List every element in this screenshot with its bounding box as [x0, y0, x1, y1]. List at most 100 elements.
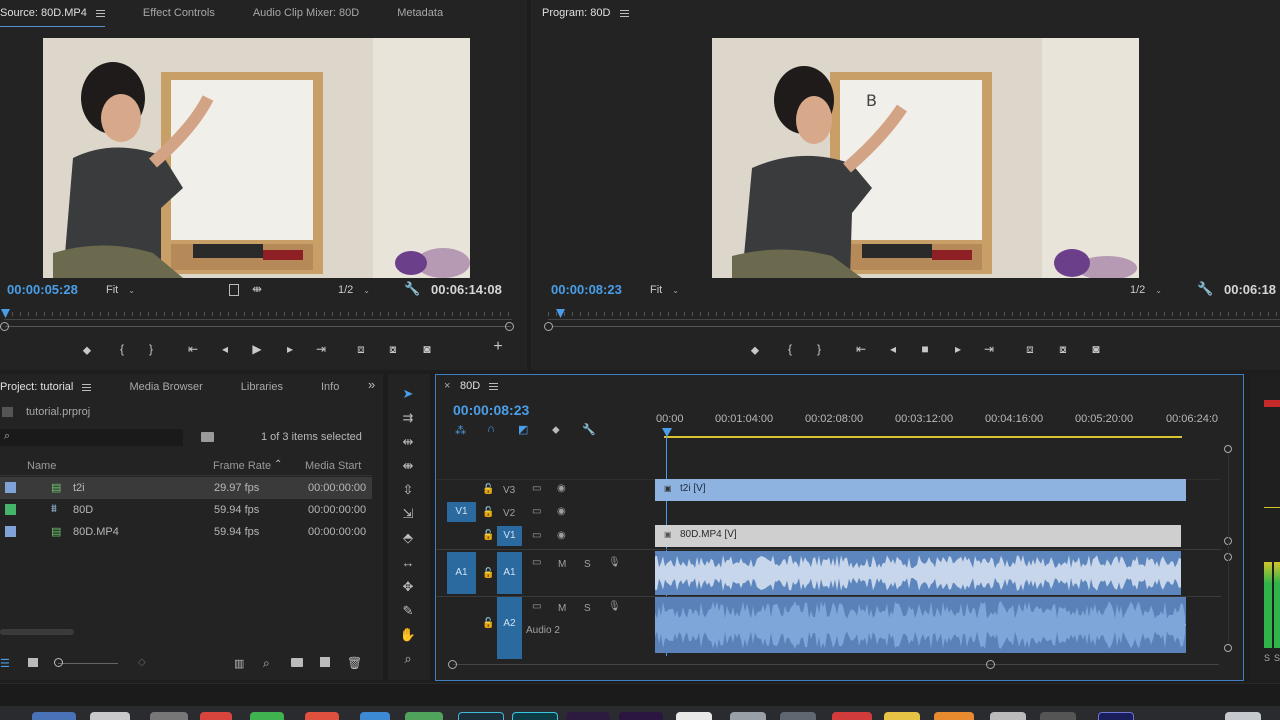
- close-sequence-icon[interactable]: ×: [444, 380, 450, 392]
- finder-icon[interactable]: [32, 712, 76, 720]
- timeline-playhead-timecode[interactable]: 00:00:08:23: [453, 402, 529, 418]
- overwrite-icon[interactable]: ⧇: [385, 343, 401, 355]
- app-icon[interactable]: [990, 712, 1026, 720]
- app-icon[interactable]: [934, 712, 974, 720]
- drop-frame-icon[interactable]: [229, 284, 239, 296]
- clip-audio-a1[interactable]: [655, 551, 1181, 595]
- mark-out-icon[interactable]: }: [811, 343, 827, 355]
- trash-icon[interactable]: 🗑: [347, 656, 362, 670]
- sync-lock-icon[interactable]: ▭: [532, 557, 541, 568]
- go-to-in-icon[interactable]: ⇤: [185, 343, 201, 355]
- app-icon[interactable]: [676, 712, 712, 720]
- column-name[interactable]: Name: [27, 460, 56, 472]
- timeline-hscroll-handle-right[interactable]: [986, 660, 995, 669]
- program-scroll-track[interactable]: [553, 326, 1280, 327]
- insert-overwrite-icon[interactable]: ⇼: [252, 282, 262, 296]
- app-icon[interactable]: [200, 712, 232, 720]
- go-to-out-icon[interactable]: ⇥: [313, 343, 329, 355]
- app-icon[interactable]: [360, 712, 390, 720]
- step-back-icon[interactable]: ◂: [217, 343, 233, 355]
- go-to-in-icon[interactable]: ⇤: [853, 343, 869, 355]
- eye-icon[interactable]: ◉: [557, 483, 566, 494]
- sync-lock-icon[interactable]: ▭: [532, 483, 541, 494]
- clip-t2i[interactable]: ▣ t2i [V]: [655, 479, 1186, 501]
- tab-program[interactable]: Program: 80D: [531, 7, 648, 19]
- list-item[interactable]: ⩩ 80D 59.94 fps 00:00:00:00: [0, 499, 372, 521]
- source-scroll-handle-left[interactable]: [0, 322, 9, 331]
- selection-tool-icon[interactable]: ➤: [398, 386, 418, 402]
- sort-icons-icon[interactable]: ◇: [138, 657, 146, 668]
- app-icon[interactable]: [90, 712, 130, 720]
- solo-button[interactable]: S: [584, 603, 591, 614]
- app-icon[interactable]: [405, 712, 443, 720]
- razor-tool-icon[interactable]: ⇲: [398, 506, 418, 522]
- source-patch-a1[interactable]: A1: [447, 552, 476, 594]
- app-icon[interactable]: [1040, 712, 1076, 720]
- rolling-edit-tool-icon[interactable]: ⇼: [398, 458, 418, 474]
- panel-menu-icon[interactable]: [82, 382, 92, 393]
- panel-menu-icon[interactable]: [619, 8, 629, 19]
- ripple-edit-tool-icon[interactable]: ⇹: [398, 434, 418, 450]
- insert-icon[interactable]: ⧈: [353, 343, 369, 355]
- track-target-a2[interactable]: A2: [497, 597, 522, 659]
- clip-audio-a2[interactable]: [655, 597, 1186, 653]
- go-to-out-icon[interactable]: ⇥: [981, 343, 997, 355]
- new-bin-from-search-icon[interactable]: [201, 432, 214, 442]
- program-fit-dropdown[interactable]: Fit ⌄: [650, 284, 679, 296]
- slip-tool-icon[interactable]: ⬘: [398, 530, 418, 546]
- sync-lock-icon[interactable]: ▭: [532, 506, 541, 517]
- new-item-icon[interactable]: [320, 657, 330, 667]
- app-icon[interactable]: [730, 712, 766, 720]
- tab-libraries[interactable]: Libraries: [222, 381, 302, 393]
- program-resolution-dropdown[interactable]: 1/2 ⌄: [1130, 284, 1162, 296]
- column-media-start[interactable]: Media Start: [305, 460, 361, 472]
- trash-dock-icon[interactable]: [1225, 712, 1261, 720]
- extract-icon[interactable]: ⧇: [1055, 343, 1071, 355]
- hand-tool-icon[interactable]: ✎: [398, 603, 418, 619]
- lock-icon[interactable]: 🔓: [482, 507, 494, 518]
- app-icon[interactable]: [566, 712, 610, 720]
- source-fit-dropdown[interactable]: Fit ⌄: [106, 284, 135, 296]
- step-back-icon[interactable]: ◂: [885, 343, 901, 355]
- tab-metadata[interactable]: Metadata: [378, 7, 462, 19]
- program-scroll-handle-left[interactable]: [544, 322, 553, 331]
- list-item[interactable]: ▤ t2i 29.97 fps 00:00:00:00: [0, 477, 372, 499]
- app-icon[interactable]: [832, 712, 872, 720]
- vertical-zoom-handle[interactable]: [1224, 644, 1232, 652]
- export-frame-icon[interactable]: ◙: [419, 343, 435, 355]
- timeline-ruler[interactable]: 00:00 00:01:04:00 00:02:08:00 00:03:12:0…: [655, 411, 1223, 437]
- lock-icon[interactable]: 🔓: [482, 568, 494, 579]
- timeline-hscroll-handle-left[interactable]: [448, 660, 457, 669]
- meter-solo-label[interactable]: S: [1274, 653, 1280, 663]
- lift-icon[interactable]: ⧈: [1022, 343, 1038, 355]
- snap-icon[interactable]: ⁂: [455, 424, 466, 437]
- find-icon[interactable]: ⌕: [263, 656, 270, 671]
- app-icon[interactable]: [250, 712, 284, 720]
- vertical-zoom-track[interactable]: [1228, 453, 1229, 644]
- new-bin-icon[interactable]: [291, 658, 303, 667]
- list-item[interactable]: ▤ 80D.MP4 59.94 fps 00:00:00:00: [0, 521, 372, 543]
- source-time-ruler[interactable]: [4, 306, 512, 320]
- app-icon[interactable]: [1098, 712, 1134, 720]
- export-frame-icon[interactable]: ◙: [1088, 343, 1104, 355]
- magnify-tool-icon[interactable]: ⌕: [398, 651, 418, 667]
- microphone-icon[interactable]: 🎙: [608, 557, 621, 568]
- source-resolution-dropdown[interactable]: 1/2 ⌄: [338, 284, 370, 296]
- tab-media-browser[interactable]: Media Browser: [110, 381, 221, 393]
- wrench-icon[interactable]: 🔧: [1197, 281, 1213, 297]
- list-view-icon[interactable]: ☰: [0, 657, 10, 670]
- panel-menu-icon[interactable]: [95, 8, 105, 19]
- automate-to-sequence-icon[interactable]: ▥: [234, 657, 244, 670]
- mute-button[interactable]: M: [558, 603, 566, 614]
- tab-sequence[interactable]: 80D: [460, 380, 499, 392]
- search-input[interactable]: ⌕: [0, 429, 183, 446]
- source-patch-v1[interactable]: V1: [447, 502, 476, 522]
- meter-solo-label[interactable]: S: [1264, 653, 1270, 663]
- app-icon[interactable]: [619, 712, 663, 720]
- add-marker-icon[interactable]: ⬥: [747, 344, 763, 356]
- app-icon[interactable]: [780, 712, 816, 720]
- app-icon[interactable]: [150, 712, 188, 720]
- tab-info[interactable]: Info: [302, 381, 358, 393]
- play-icon[interactable]: ▶: [249, 343, 265, 355]
- insert-nested-icon[interactable]: ◩: [518, 423, 528, 436]
